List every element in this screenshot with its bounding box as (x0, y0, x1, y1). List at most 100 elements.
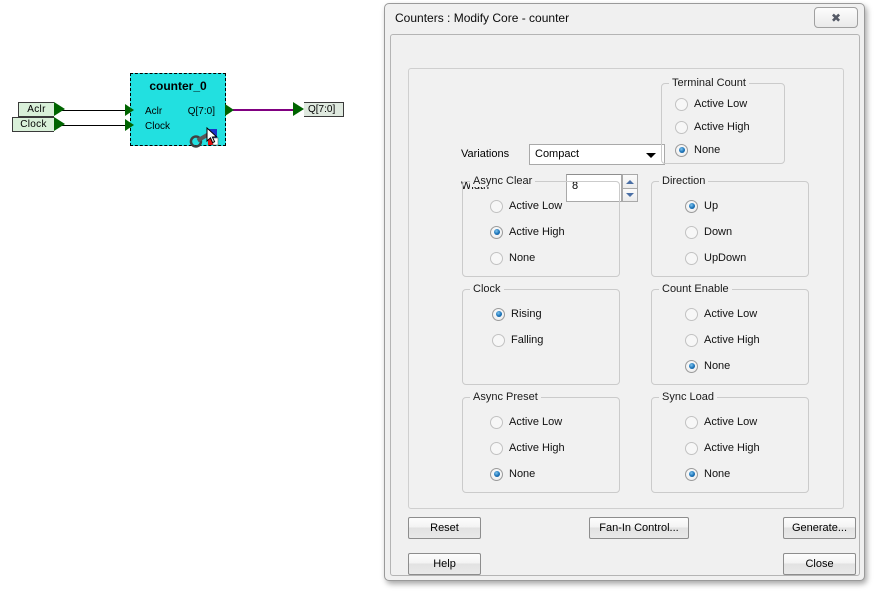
generate-button[interactable]: Generate... (783, 517, 856, 539)
radio-icon (490, 199, 503, 213)
radio-label: Active High (704, 334, 760, 346)
width-decrement-button[interactable] (622, 188, 638, 202)
width-stepper[interactable] (622, 174, 638, 202)
radio-sync-load-none[interactable]: None (685, 467, 730, 481)
radio-label: Active High (509, 226, 565, 238)
radio-label: None (694, 144, 721, 156)
options-panel: Variations Compact Width 8 Terminal Co (408, 68, 844, 509)
radio-label: Active Low (704, 308, 758, 320)
radio-label: UpDown (704, 252, 747, 264)
dialog-content-panel: Variations Compact Width 8 Terminal Co (390, 34, 860, 576)
group-async-preset: Async Preset Active Low Active High None (462, 391, 620, 493)
radio-async-preset-none[interactable]: None (490, 467, 535, 481)
radio-direction-up[interactable]: Up (685, 199, 718, 213)
radio-label: Falling (511, 334, 544, 346)
radio-label: Active Low (704, 416, 758, 428)
radio-async-clear-none[interactable]: None (490, 251, 535, 265)
radio-sync-load-active-low[interactable]: Active Low (685, 415, 757, 429)
variations-select[interactable]: Compact (529, 144, 665, 165)
radio-icon (492, 333, 505, 347)
radio-icon (490, 441, 503, 455)
radio-clock-rising[interactable]: Rising (492, 307, 542, 321)
help-button[interactable]: Help (408, 553, 481, 575)
radio-async-clear-active-high[interactable]: Active High (490, 225, 565, 239)
group-terminal-count-legend: Terminal Count (669, 77, 749, 89)
output-pin-q-label: Q[7:0] (304, 102, 344, 117)
radio-async-clear-active-low[interactable]: Active Low (490, 199, 562, 213)
radio-icon (490, 415, 503, 429)
radio-async-preset-active-high[interactable]: Active High (490, 441, 565, 455)
counter-block-title: counter_0 (149, 79, 207, 93)
radio-count-enable-none[interactable]: None (685, 359, 730, 373)
close-icon: ✖ (830, 10, 842, 25)
radio-label: None (509, 468, 536, 480)
modify-core-dialog: Counters : Modify Core - counter ✖ Varia… (384, 3, 865, 581)
radio-count-enable-active-low[interactable]: Active Low (685, 307, 757, 321)
radio-label: Active High (694, 121, 750, 133)
radio-label: Up (704, 200, 719, 212)
radio-icon (685, 307, 698, 321)
input-pin-aclr[interactable]: Aclr (18, 102, 65, 117)
radio-icon (675, 143, 688, 157)
radio-icon (490, 251, 503, 265)
radio-icon (685, 199, 698, 213)
group-async-clear: Async Clear Active Low Active High None (462, 175, 620, 277)
block-port-aclr: Aclr (145, 106, 163, 117)
pin-arrow-icon (293, 102, 304, 116)
wrench-cursor-icon (189, 125, 223, 151)
dialog-title: Counters : Modify Core - counter (395, 11, 570, 25)
radio-direction-updown[interactable]: UpDown (685, 251, 746, 265)
close-window-button[interactable]: ✖ (814, 7, 858, 28)
close-button[interactable]: Close (783, 553, 856, 575)
radio-async-preset-active-low[interactable]: Active Low (490, 415, 562, 429)
variations-label: Variations (461, 148, 510, 160)
output-pin-q[interactable]: Q[7:0] (293, 102, 344, 117)
dialog-titlebar[interactable]: Counters : Modify Core - counter ✖ (385, 4, 864, 34)
radio-label: Rising (511, 308, 542, 320)
radio-clock-falling[interactable]: Falling (492, 333, 543, 347)
radio-terminal-count-active-high[interactable]: Active High (675, 120, 750, 134)
group-direction-legend: Direction (659, 175, 709, 187)
input-pin-clock-label: Clock (12, 117, 54, 132)
block-port-clock: Clock (145, 121, 171, 132)
wire-clock (62, 125, 130, 126)
reset-button[interactable]: Reset (408, 517, 481, 539)
radio-label: Active High (509, 442, 565, 454)
radio-terminal-count-active-low[interactable]: Active Low (675, 97, 747, 111)
radio-icon (685, 251, 698, 265)
caret-down-icon (626, 193, 634, 197)
radio-label: Active High (704, 442, 760, 454)
caret-up-icon (626, 179, 634, 184)
variations-value: Compact (535, 148, 580, 160)
counter-block[interactable]: counter_0 Aclr Clock Q[7:0] (125, 73, 234, 148)
group-async-preset-legend: Async Preset (470, 391, 541, 403)
fan-in-control-button[interactable]: Fan-In Control... (589, 517, 689, 539)
group-sync-load: Sync Load Active Low Active High None (651, 391, 809, 493)
radio-label: Active Low (694, 98, 748, 110)
radio-icon (685, 467, 698, 481)
radio-icon (490, 225, 503, 239)
radio-icon (685, 359, 698, 373)
radio-icon (685, 415, 698, 429)
radio-icon (685, 441, 698, 455)
radio-count-enable-active-high[interactable]: Active High (685, 333, 760, 347)
input-pin-aclr-label: Aclr (18, 102, 54, 117)
radio-direction-down[interactable]: Down (685, 225, 732, 239)
radio-label: None (704, 360, 731, 372)
width-increment-button[interactable] (622, 174, 638, 188)
schematic-canvas[interactable]: Aclr Clock Q[7:0] counter_0 Aclr Clock Q… (0, 0, 383, 603)
radio-terminal-count-none[interactable]: None (675, 143, 720, 157)
group-sync-load-legend: Sync Load (659, 391, 717, 403)
block-input-arrow-icon (125, 104, 134, 116)
group-clock-legend: Clock (470, 283, 504, 295)
radio-sync-load-active-high[interactable]: Active High (685, 441, 760, 455)
radio-label: None (509, 252, 536, 264)
radio-icon (490, 467, 503, 481)
pin-arrow-icon (54, 117, 65, 131)
group-async-clear-legend: Async Clear (470, 175, 536, 187)
pin-arrow-icon (54, 102, 65, 116)
radio-icon (685, 333, 698, 347)
block-input-arrow-icon (125, 119, 134, 131)
input-pin-clock[interactable]: Clock (12, 117, 65, 132)
radio-label: Active Low (509, 200, 563, 212)
